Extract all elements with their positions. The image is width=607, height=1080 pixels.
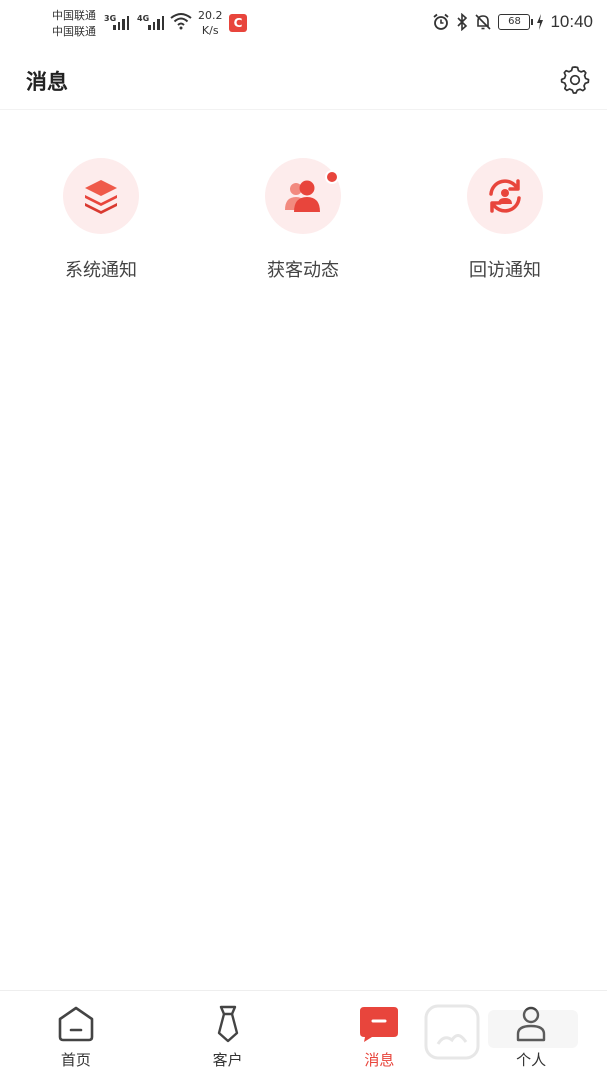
unread-dot [325, 170, 339, 184]
clock: 10:40 [550, 12, 593, 31]
message-icon [360, 1007, 399, 1042]
wifi-icon [170, 13, 192, 30]
category-icon-circle [265, 158, 341, 234]
status-bar: 中国联通 中国联通 3G 4G 20.2 K/s C 68 10:40 [0, 0, 607, 48]
category-label: 系统通知 [65, 260, 137, 281]
settings-button[interactable] [560, 64, 590, 94]
app-header: 消息 [0, 48, 607, 110]
nav-icon-wrap [55, 1003, 97, 1045]
category-system-notice[interactable]: 系统通知 [0, 158, 202, 282]
status-right: 68 10:40 [432, 12, 593, 32]
bluetooth-icon [457, 13, 468, 31]
alarm-icon [433, 13, 450, 30]
users-icon [285, 180, 320, 212]
app-notification-icon: C [229, 14, 247, 32]
page-title: 消息 [26, 70, 68, 94]
signal-2-icon [148, 14, 164, 30]
category-icon-circle [63, 158, 139, 234]
category-label: 回访通知 [469, 260, 541, 281]
home-icon [58, 1006, 94, 1042]
charging-icon [537, 14, 544, 30]
watermark-logo [424, 1004, 578, 1060]
carrier-1: 中国联通 [52, 9, 96, 22]
nav-label: 首页 [60, 1051, 91, 1069]
category-revisit-notice[interactable]: 回访通知 [404, 158, 606, 282]
message-category-grid: 系统通知 获客动态 回访通知 [0, 158, 607, 282]
category-label: 获客动态 [267, 260, 339, 281]
nav-icon-wrap [207, 1003, 249, 1045]
speed-value: 20.2 [198, 9, 223, 22]
gear-icon [560, 66, 590, 94]
tie-icon [217, 1005, 238, 1043]
nav-item-customers[interactable]: 客户 [152, 991, 304, 1080]
carrier-2: 中国联通 [52, 25, 96, 38]
nav-item-home[interactable]: 首页 [0, 991, 152, 1080]
battery-icon: 68 [498, 14, 534, 30]
signal-1-icon [113, 14, 129, 30]
speed-unit: K/s [201, 24, 219, 37]
mute-bell-icon [475, 14, 492, 30]
carrier-info: 中国联通 中国联通 [52, 8, 96, 40]
nav-icon-wrap [358, 1003, 400, 1045]
layers-icon [85, 180, 117, 214]
category-customer-activity[interactable]: 获客动态 [202, 158, 404, 282]
network-speed: 20.2 K/s [198, 8, 223, 38]
refresh-user-icon [489, 179, 521, 213]
category-icon-circle [467, 158, 543, 234]
nav-label: 客户 [212, 1051, 243, 1069]
nav-label: 消息 [364, 1051, 395, 1069]
